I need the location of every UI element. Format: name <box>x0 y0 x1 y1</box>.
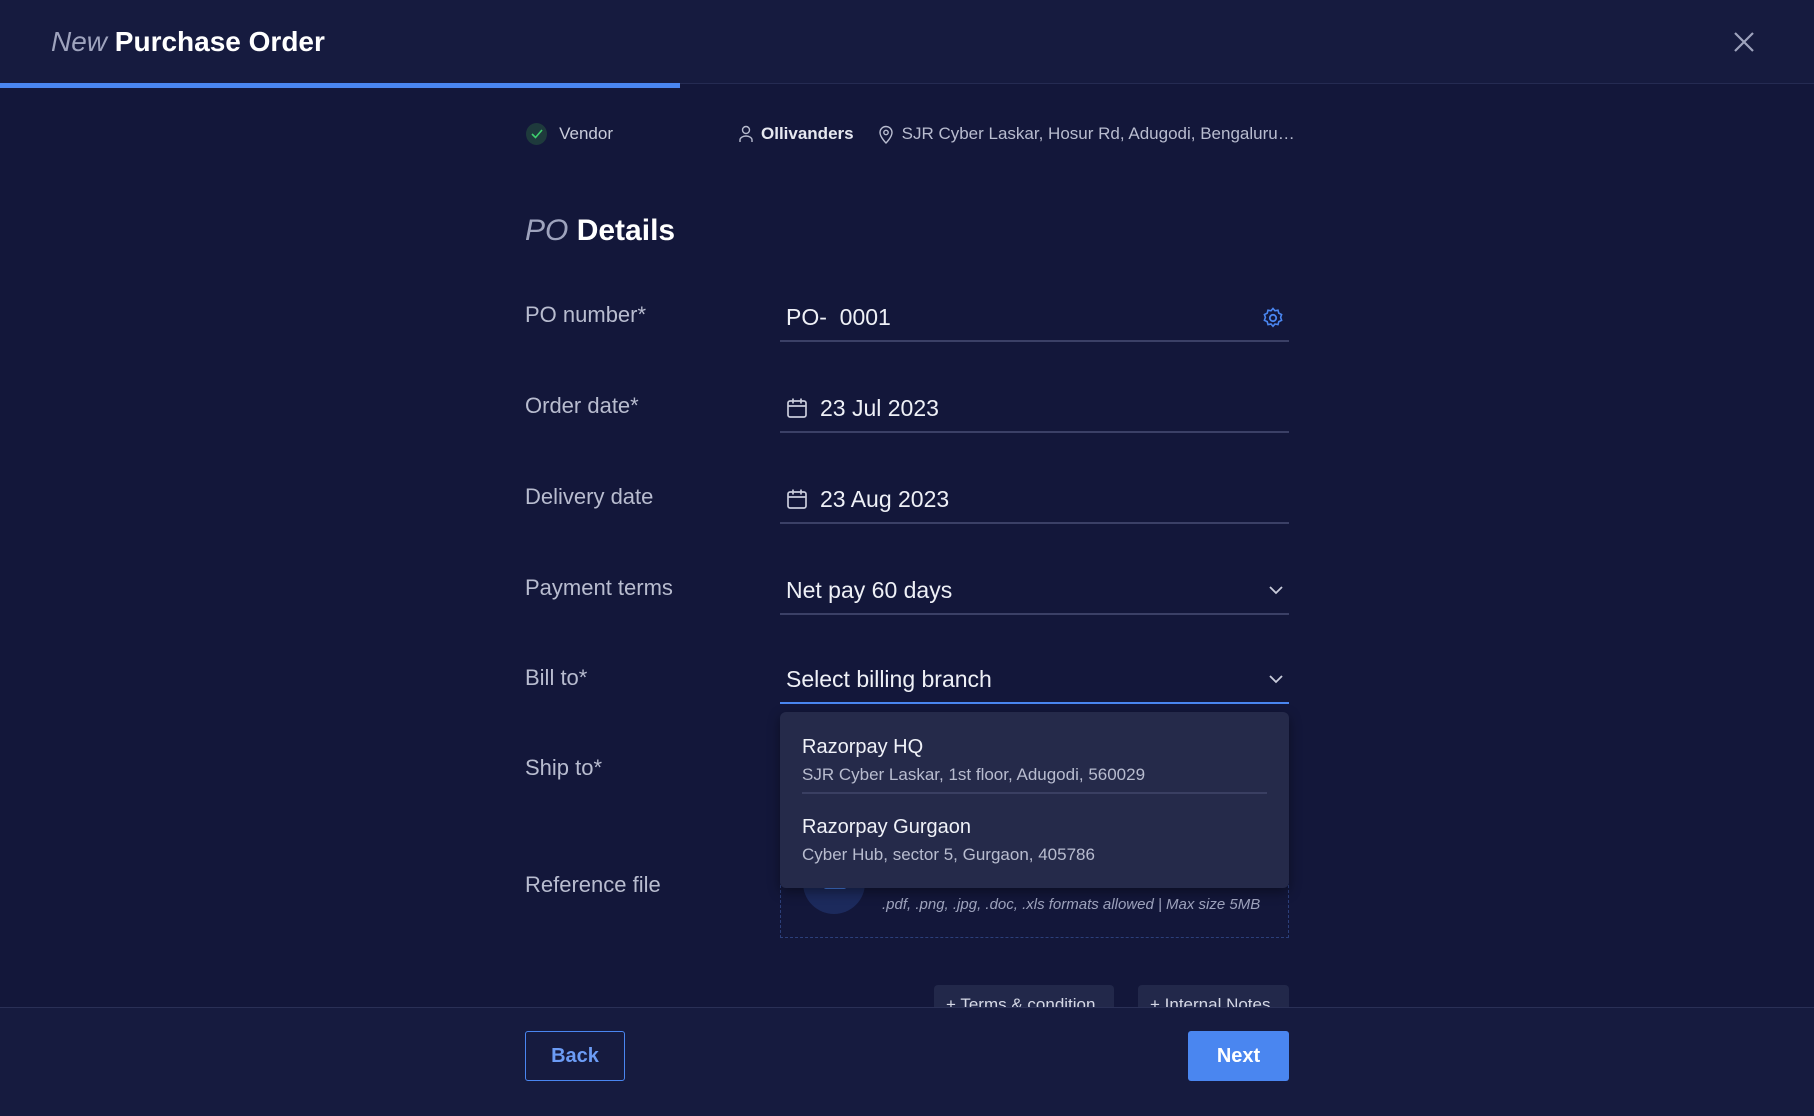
progress-bar <box>0 83 681 88</box>
title-main: Purchase Order <box>114 26 325 57</box>
title-prefix: New <box>51 26 108 57</box>
upload-hint: .pdf, .png, .jpg, .doc, .xls formats all… <box>882 896 1261 913</box>
section-prefix: PO <box>525 214 569 247</box>
vendor-step-label: Vendor <box>559 124 613 143</box>
back-button[interactable]: Back <box>525 1031 625 1081</box>
bill-to-select[interactable]: Select billing branch <box>780 656 1289 704</box>
calendar-icon <box>786 488 808 510</box>
check-icon <box>526 123 548 145</box>
branch-address: SJR Cyber Laskar, 1st floor, Adugodi, 56… <box>802 765 1146 784</box>
order-date-value: 23 Jul 2023 <box>820 394 939 421</box>
gear-icon[interactable] <box>1261 306 1285 330</box>
order-date-input[interactable]: 23 Jul 2023 <box>780 385 1289 433</box>
chevron-down-icon <box>1269 586 1283 595</box>
payment-terms-label: Payment terms <box>525 575 673 600</box>
bill-to-placeholder: Select billing branch <box>786 665 992 692</box>
vendor-name: Ollivanders <box>761 124 854 143</box>
branch-option[interactable]: Razorpay HQ SJR Cyber Laskar, 1st floor,… <box>802 712 1267 792</box>
po-number-value: 0001 <box>839 303 891 330</box>
section-main: Details <box>576 214 676 247</box>
modal-footer: Back Next <box>0 1007 1814 1116</box>
branch-address: Cyber Hub, sector 5, Gurgaon, 405786 <box>802 845 1095 864</box>
branch-option[interactable]: Razorpay Gurgaon Cyber Hub, sector 5, Gu… <box>802 792 1267 878</box>
ship-to-label: Ship to* <box>525 755 603 780</box>
vendor-address: SJR Cyber Laskar, Hosur Rd, Adugodi, Ben… <box>901 124 1296 143</box>
next-button[interactable]: Next <box>1188 1031 1289 1081</box>
modal-title: New Purchase Order <box>51 26 325 58</box>
billing-branch-dropdown: Razorpay HQ SJR Cyber Laskar, 1st floor,… <box>780 712 1289 888</box>
payment-terms-select[interactable]: Net pay 60 days <box>780 567 1289 615</box>
po-prefix: PO- <box>786 303 827 330</box>
user-icon <box>738 125 754 143</box>
delivery-date-input[interactable]: 23 Aug 2023 <box>780 476 1289 524</box>
payment-terms-value: Net pay 60 days <box>786 576 953 603</box>
reference-file-label: Reference file <box>525 872 661 897</box>
bill-to-label: Bill to* <box>525 665 588 690</box>
po-number-label: PO number* <box>525 302 647 327</box>
modal-header: New Purchase Order <box>0 0 1814 84</box>
delivery-date-label: Delivery date <box>525 484 654 509</box>
location-pin-icon <box>878 125 894 144</box>
order-date-label: Order date* <box>525 393 639 418</box>
vendor-summary: Vendor Ollivanders SJR Cyber Laskar, Hos… <box>526 122 1296 146</box>
branch-name: Razorpay HQ <box>802 736 924 758</box>
branch-name: Razorpay Gurgaon <box>802 816 971 838</box>
calendar-icon <box>786 397 808 419</box>
delivery-date-value: 23 Aug 2023 <box>820 485 950 512</box>
section-title: PO Details <box>525 214 675 248</box>
chevron-down-icon <box>1269 675 1283 684</box>
close-icon[interactable] <box>1730 28 1758 56</box>
po-number-input[interactable]: PO- 0001 <box>780 294 1289 342</box>
